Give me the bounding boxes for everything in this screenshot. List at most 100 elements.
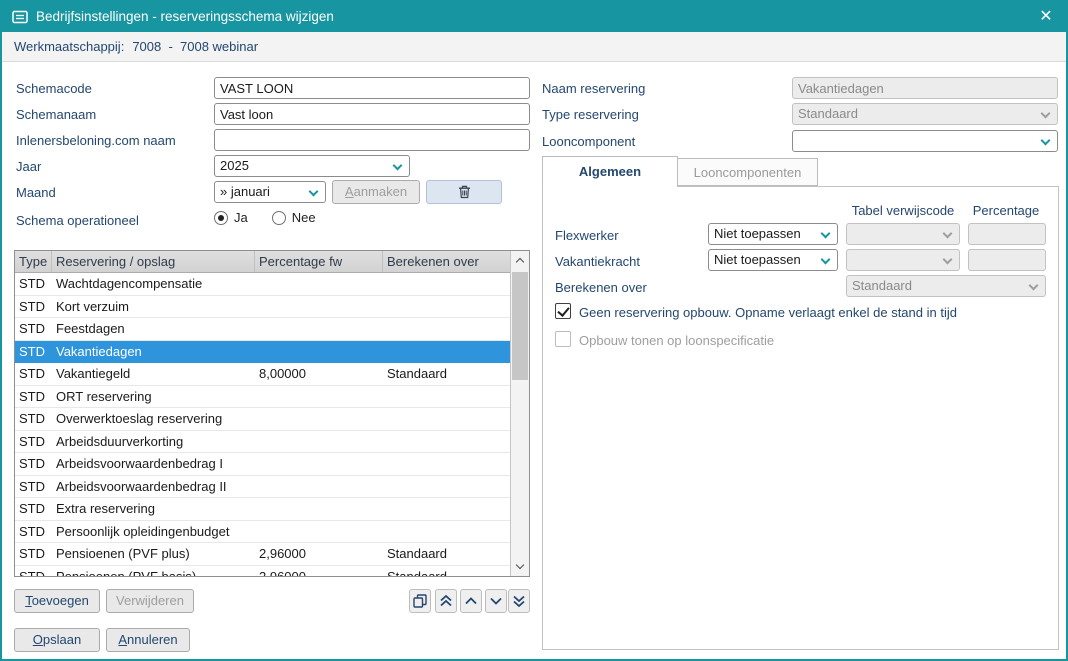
radio-nee-label: Nee [292, 210, 316, 225]
table-cell [255, 476, 383, 498]
looncomponent-select[interactable] [792, 130, 1058, 152]
col-berekenen-over[interactable]: Berekenen over [383, 251, 529, 272]
jaar-value: 2025 [220, 158, 249, 173]
jaar-select[interactable]: 2025 [214, 155, 410, 177]
table-cell: 2,96000 [255, 566, 383, 577]
jaar-label: Jaar [16, 159, 41, 174]
schemacode-label: Schemacode [16, 81, 92, 96]
chevron-down-icon [309, 187, 319, 197]
table-cell: Feestdagen [52, 318, 255, 340]
table-row[interactable]: STDVakantiedagen [15, 341, 510, 364]
table-scrollbar[interactable] [510, 251, 529, 576]
chevron-down-icon [943, 229, 953, 239]
table-cell: STD [15, 386, 52, 408]
col-type[interactable]: Type [15, 251, 52, 272]
table-cell [383, 521, 510, 543]
table-cell: STD [15, 408, 52, 430]
table-cell [383, 273, 510, 295]
chevron-up-icon [516, 258, 524, 266]
werkmaatschappij-value: 7008 - 7008 webinar [132, 39, 258, 54]
table-cell [255, 296, 383, 318]
table-cell [255, 498, 383, 520]
opslaan-button[interactable]: Opslaan [14, 628, 100, 652]
vakantiekracht-toepassen-select[interactable]: Niet toepassen [708, 249, 838, 271]
move-down-button[interactable] [485, 589, 507, 613]
table-row[interactable]: STDFeestdagen [15, 318, 510, 341]
tab-algemeen[interactable]: Algemeen [542, 156, 678, 187]
scroll-up-button[interactable] [511, 251, 529, 270]
close-icon[interactable]: ✕ [1034, 5, 1058, 29]
table-cell: Standaard [383, 543, 510, 565]
table-cell: Standaard [383, 566, 510, 577]
move-bottom-button[interactable] [508, 589, 530, 613]
radio-ja[interactable] [214, 211, 228, 225]
scroll-thumb[interactable] [512, 272, 528, 380]
table-header: Type Reservering / opslag Percentage fw … [15, 251, 529, 273]
table-row[interactable]: STDArbeidsvoorwaardenbedrag I [15, 453, 510, 476]
table-cell: STD [15, 296, 52, 318]
opbouw-tonen-label: Opbouw tonen op loonspecificatie [579, 333, 774, 348]
chevron-up-icon [465, 597, 477, 605]
table-cell: STD [15, 521, 52, 543]
table-cell: Standaard [383, 363, 510, 385]
reservation-table-body: STDWachtdagencompensatieSTDKort verzuimS… [15, 273, 510, 576]
table-row[interactable]: STDExtra reservering [15, 498, 510, 521]
inlenersbeloning-input[interactable] [214, 129, 530, 151]
table-cell: Vakantiedagen [52, 341, 255, 363]
table-row[interactable]: STDVakantiegeld8,00000Standaard [15, 363, 510, 386]
schemacode-input[interactable] [214, 77, 530, 99]
geen-opbouw-checkbox[interactable] [555, 303, 571, 319]
col-percentage-fw[interactable]: Percentage fw [255, 251, 383, 272]
annuleren-button[interactable]: Annuleren [106, 628, 190, 652]
scroll-down-button[interactable] [511, 557, 529, 576]
vakantiekracht-verwijscode-select [846, 249, 960, 271]
move-up-button[interactable] [460, 589, 482, 613]
table-cell [255, 273, 383, 295]
type-reservering-select: Standaard [792, 103, 1058, 125]
toevoegen-button[interactable]: Toevoegen [14, 589, 100, 613]
table-row[interactable]: STDWachtdagencompensatie [15, 273, 510, 296]
flexwerker-verwijscode-select [846, 223, 960, 245]
table-cell: STD [15, 543, 52, 565]
type-reservering-label: Type reservering [542, 107, 639, 122]
table-row[interactable]: STDPensioenen (PVF basis)2,96000Standaar… [15, 566, 510, 577]
table-cell: STD [15, 476, 52, 498]
table-cell: STD [15, 498, 52, 520]
table-row[interactable]: STDArbeidsvoorwaardenbedrag II [15, 476, 510, 499]
table-cell [383, 318, 510, 340]
table-cell [383, 386, 510, 408]
vakantiekracht-percentage-input [968, 249, 1046, 271]
table-row[interactable]: STDKort verzuim [15, 296, 510, 319]
chevron-down-icon [1041, 109, 1051, 119]
table-cell: ORT reservering [52, 386, 255, 408]
table-cell: 2,96000 [255, 543, 383, 565]
vakantiekracht-toepassen-value: Niet toepassen [714, 252, 801, 267]
schemanaam-input[interactable] [214, 103, 530, 125]
table-row[interactable]: STDORT reservering [15, 386, 510, 409]
copy-icon [413, 594, 427, 608]
table-cell [383, 431, 510, 453]
copy-row-button[interactable] [409, 589, 431, 613]
schema-operationeel-radios: Ja Nee [214, 210, 316, 225]
table-cell: STD [15, 431, 52, 453]
table-row[interactable]: STDPersoonlijk opleidingenbudget [15, 521, 510, 544]
tab-looncomponenten[interactable]: Looncomponenten [677, 158, 818, 186]
move-top-button[interactable] [435, 589, 457, 613]
table-cell: STD [15, 566, 52, 577]
maand-select[interactable]: » januari [214, 181, 326, 203]
table-cell [255, 453, 383, 475]
radio-nee[interactable] [272, 211, 286, 225]
col-reservering[interactable]: Reservering / opslag [52, 251, 255, 272]
table-cell [383, 296, 510, 318]
chevron-down-icon [1029, 281, 1039, 291]
berekenen-over-select: Standaard [846, 275, 1046, 297]
flexwerker-toepassen-select[interactable]: Niet toepassen [708, 223, 838, 245]
geen-opbouw-label: Geen reservering opbouw. Opname verlaagt… [579, 305, 957, 320]
delete-month-button[interactable] [426, 180, 502, 204]
table-row[interactable]: STDOverwerktoeslag reservering [15, 408, 510, 431]
algemeen-panel: Tabel verwijscode Percentage Flexwerker … [542, 186, 1059, 650]
chevron-down-icon [1041, 136, 1051, 146]
table-row[interactable]: STDPensioenen (PVF plus)2,96000Standaard [15, 543, 510, 566]
looncomponent-label: Looncomponent [542, 134, 635, 149]
table-row[interactable]: STDArbeidsduurverkorting [15, 431, 510, 454]
